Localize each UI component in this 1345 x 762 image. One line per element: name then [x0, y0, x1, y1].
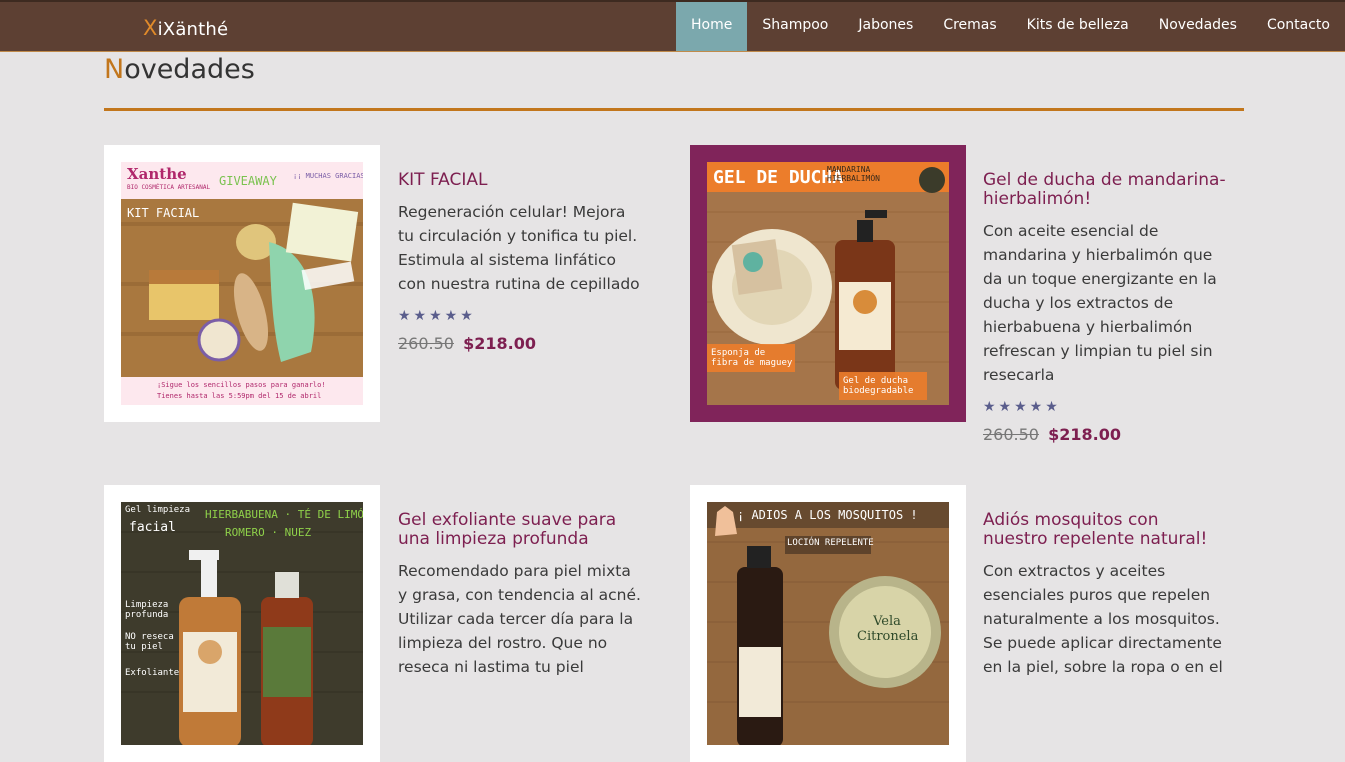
product-info: Gel exfoliante suave para una limpieza p… [398, 511, 643, 679]
photo-label-7: Exfoliante [125, 668, 180, 678]
photo-label-1: Gel limpieza [125, 505, 191, 515]
photo-candle-label: Vela Citronela [857, 614, 919, 644]
nav-item-novedades[interactable]: Novedades [1144, 2, 1252, 51]
photo-caption-2: Tienes hasta las 5:59pm del 15 de abril [157, 392, 322, 400]
sale-price: $218.00 [463, 334, 536, 353]
rating-stars: ★★★★★ [398, 308, 476, 324]
photo-giveaway-text: GIVEAWAY [219, 174, 277, 188]
photo-brand-text: Xanthe [127, 165, 187, 183]
rating-stars: ★★★★★ [983, 399, 1061, 415]
photo-label-2: facial [129, 520, 176, 535]
product-info: Gel de ducha de mandarina-hierbalimón! C… [983, 171, 1228, 445]
product-price: 260.50 $218.00 [398, 334, 643, 353]
product-photo[interactable]: Gel limpieza facial HIERBABUENA · TÉ DE … [121, 502, 363, 745]
product-info: KIT FACIAL Regeneración celular! Mejora … [398, 171, 643, 354]
photo-sponge-label: Esponja de fibra de maguey [711, 348, 793, 368]
product-description: Con extractos y aceites esenciales puros… [983, 562, 1223, 676]
photo-label-3: HIERBABUENA · TÉ DE LIMÓN [205, 508, 363, 521]
product-image-frame[interactable]: GEL DE DUCHA MANDARINA HIERBALIMÓN Espon… [690, 145, 966, 422]
product-image-frame[interactable]: ¡ ADIOS A LOS MOSQUITOS ! LOCIÓN REPELEN… [690, 485, 966, 762]
product-description: Con aceite esencial de mandarina y hierb… [983, 222, 1217, 384]
photo-label-4: ROMERO · NUEZ [225, 526, 312, 539]
nav-item-home[interactable]: Home [676, 2, 748, 51]
page-title-initial: N [104, 54, 125, 85]
brand-name: iXänthé [157, 19, 229, 40]
photo-kit-text: KIT FACIAL [127, 206, 200, 220]
old-price: 260.50 [398, 334, 454, 353]
nav-item-contacto[interactable]: Contacto [1252, 2, 1345, 51]
page-title-rest: ovedades [124, 54, 255, 85]
photo-caption-1: ¡Sigue los sencillos pasos para ganarlo! [157, 381, 326, 389]
nav-item-cremas[interactable]: Cremas [928, 2, 1011, 51]
photo-heading: GEL DE DUCHA [713, 167, 844, 188]
product-price: 260.50 $218.00 [983, 425, 1228, 444]
nav-item-kits[interactable]: Kits de belleza [1012, 2, 1144, 51]
brand-logo[interactable]: XiXänthé [143, 16, 228, 40]
product-photo[interactable]: GEL DE DUCHA MANDARINA HIERBALIMÓN Espon… [707, 162, 949, 405]
product-title[interactable]: KIT FACIAL [398, 171, 643, 190]
product-photo[interactable]: ¡ ADIOS A LOS MOSQUITOS ! LOCIÓN REPELEN… [707, 502, 949, 745]
product-description: Recomendado para piel mixta y grasa, con… [398, 562, 641, 676]
sale-price: $218.00 [1048, 425, 1121, 444]
nav-item-jabones[interactable]: Jabones [843, 2, 928, 51]
brand-initial: X [143, 16, 158, 40]
product-image-frame[interactable]: Xanthe BIO COSMÉTICA ARTESANAL GIVEAWAY … [104, 145, 380, 422]
photo-gel-label: Gel de ducha biodegradable [843, 376, 914, 396]
photo-heading: ¡ ADIOS A LOS MOSQUITOS ! [737, 508, 918, 522]
old-price: 260.50 [983, 425, 1039, 444]
top-navbar: XiXänthé Home Shampoo Jabones Cremas Kit… [0, 0, 1345, 52]
page-title: Novedades [104, 54, 255, 85]
product-title[interactable]: Gel de ducha de mandarina-hierbalimón! [983, 171, 1228, 209]
main-nav: Home Shampoo Jabones Cremas Kits de bell… [676, 2, 1345, 51]
product-info: Adiós mosquitos con nuestro repelente na… [983, 511, 1228, 679]
photo-label-5: Limpieza profunda [125, 600, 169, 620]
nav-item-shampoo[interactable]: Shampoo [747, 2, 843, 51]
photo-lotion-label: LOCIÓN REPELENTE [787, 538, 874, 548]
product-title[interactable]: Gel exfoliante suave para una limpieza p… [398, 511, 643, 549]
photo-label-6: NO reseca tu piel [125, 632, 174, 652]
product-photo[interactable]: Xanthe BIO COSMÉTICA ARTESANAL GIVEAWAY … [121, 162, 363, 405]
product-title[interactable]: Adiós mosquitos con nuestro repelente na… [983, 511, 1228, 549]
product-image-frame[interactable]: Gel limpieza facial HIERBABUENA · TÉ DE … [104, 485, 380, 762]
photo-thanks-text: ¡¡ MUCHAS GRACIAS !! [293, 172, 363, 180]
photo-subheading: MANDARINA HIERBALIMÓN [827, 165, 880, 183]
product-description: Regeneración celular! Mejora tu circulac… [398, 203, 640, 293]
title-divider [104, 108, 1244, 111]
photo-tag-text: BIO COSMÉTICA ARTESANAL [127, 184, 211, 191]
